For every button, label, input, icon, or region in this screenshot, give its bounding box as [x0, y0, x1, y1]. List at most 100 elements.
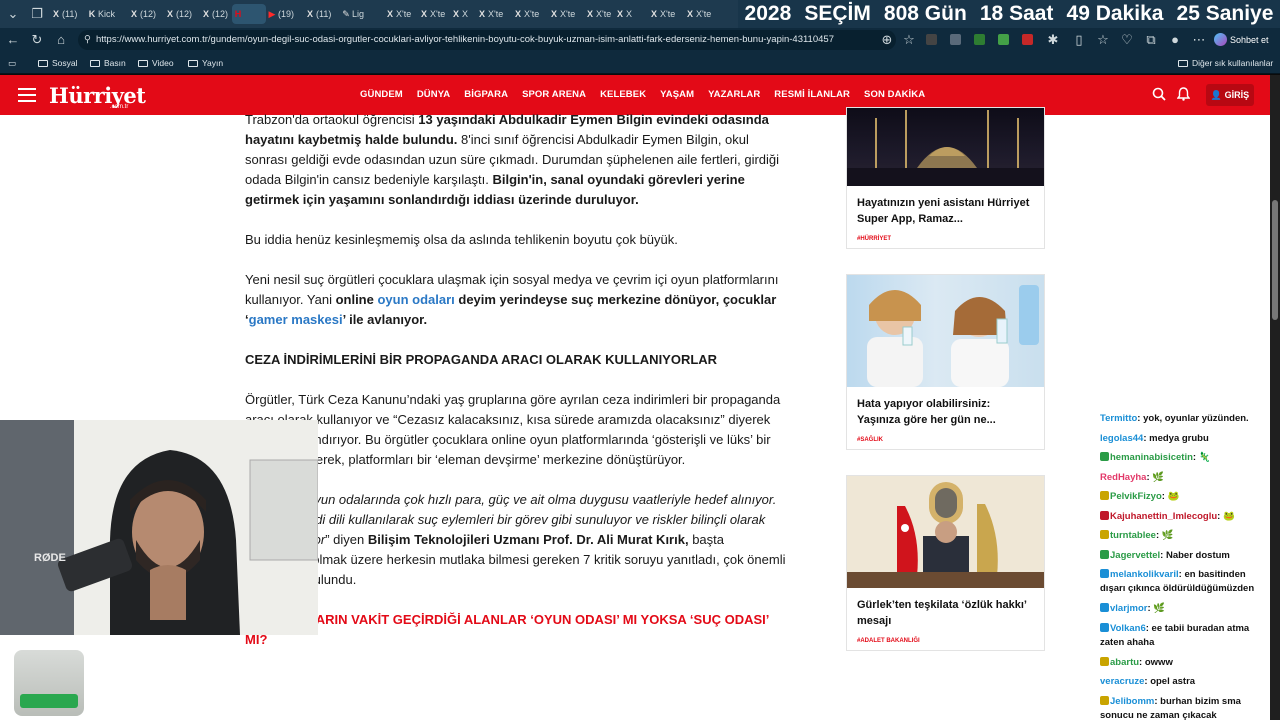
menu-dots-icon[interactable]: ⋯ — [1190, 31, 1208, 49]
chat-username[interactable]: Volkan6 — [1110, 623, 1146, 634]
chat-message: abartu: owww — [1100, 653, 1270, 673]
tab-title: (11) — [316, 9, 332, 19]
chat-username[interactable]: Kajuhanettin_Imlecoglu — [1110, 511, 1217, 522]
split-screen-icon[interactable]: ▯ — [1070, 31, 1088, 49]
browser-tab[interactable]: X X'te — [512, 4, 546, 24]
oyun-odalari-link[interactable]: oyun odaları — [377, 292, 454, 307]
site-logo[interactable]: Hürriyet — [49, 83, 146, 108]
chat-username[interactable]: Termitto — [1100, 413, 1137, 424]
card-tag[interactable]: #SAĞLIK — [847, 437, 1044, 449]
chat-username[interactable]: PelvikFizyo — [1110, 491, 1162, 502]
card-tag[interactable]: #ADALET BAKANLIĞI — [847, 638, 1044, 650]
bookmark-folder-sosyal[interactable]: Sosyal — [38, 56, 78, 70]
news-card[interactable]: Hata yapıyor olabilirsiniz: Yaşınıza gör… — [846, 274, 1045, 450]
extension-icon[interactable] — [1022, 34, 1033, 45]
countdown-hours: 18 Saat — [979, 2, 1054, 25]
page-scrollbar[interactable] — [1270, 75, 1280, 720]
browser-tab[interactable]: X X'te — [684, 4, 718, 24]
browser-tab[interactable]: X X'te — [384, 4, 418, 24]
tab-favicon-icon: X — [420, 9, 427, 19]
browser-tab[interactable]: X X'te — [548, 4, 582, 24]
browser-tab[interactable]: X (11) — [304, 4, 338, 24]
reload-icon[interactable]: ↻ — [28, 31, 46, 49]
home-icon[interactable]: ⌂ — [52, 31, 70, 49]
nav-son-dakika[interactable]: SON DAKİKA — [864, 89, 925, 100]
card-tag[interactable]: #HÜRRİYET — [847, 236, 1044, 248]
chat-username[interactable]: Jagervettel — [1110, 550, 1160, 561]
chat-username[interactable]: abartu — [1110, 657, 1139, 668]
scrollbar-thumb[interactable] — [1272, 200, 1278, 320]
browser-tab[interactable]: X (12) — [164, 4, 198, 24]
browser-essentials-icon[interactable]: ♡ — [1118, 31, 1136, 49]
translate-icon[interactable]: ⊕ — [878, 31, 896, 49]
extension-icon[interactable] — [926, 34, 937, 45]
chat-username[interactable]: Jelibomm — [1110, 696, 1154, 707]
browser-tab[interactable]: ✎ Lig — [340, 4, 374, 24]
bookmark-folder-basin[interactable]: Basın — [90, 56, 126, 70]
browser-tab[interactable]: X (12) — [128, 4, 162, 24]
nav-resmi-ilanlar[interactable]: RESMİ İLANLAR — [774, 89, 850, 100]
browser-tab[interactable]: X X'te — [476, 4, 510, 24]
extension-icon[interactable] — [998, 34, 1009, 45]
browser-tab[interactable]: X X'te — [648, 4, 682, 24]
hamburger-menu-icon[interactable] — [18, 88, 36, 106]
other-favorites-folder[interactable]: Diğer sık kullanılanlar — [1178, 56, 1273, 70]
workspaces-icon[interactable]: ❐ — [28, 5, 46, 23]
countdown-seconds: 25 Saniye — [1176, 2, 1274, 25]
chat-username[interactable]: turntablee — [1110, 530, 1156, 541]
chat-badge-icon — [1100, 530, 1109, 539]
site-header: Hürriyet .com.tr GÜNDEM DÜNYA BİGPARA SP… — [0, 75, 1270, 115]
browser-tab[interactable]: ▶ (19) — [266, 4, 300, 24]
collections-icon[interactable]: ⧉ — [1142, 31, 1160, 49]
login-button[interactable]: 👤 GİRİŞ — [1206, 84, 1254, 106]
browser-tab[interactable]: H — [232, 4, 266, 24]
search-icon[interactable] — [1152, 87, 1166, 104]
chat-username[interactable]: vlarjmor — [1110, 603, 1148, 614]
browser-tab[interactable]: K Kick — [86, 4, 120, 24]
nav-gundem[interactable]: GÜNDEM — [360, 89, 403, 100]
chat-message: Kajuhanettin_Imlecoglu: 🐸 — [1100, 507, 1270, 527]
tab-favicon-icon: ▶ — [268, 9, 276, 19]
tab-search-icon[interactable]: ⌄ — [4, 5, 22, 23]
bookmark-folder-yayin[interactable]: Yayın — [188, 56, 223, 70]
extension-icon[interactable] — [950, 34, 961, 45]
news-card[interactable]: Gürlek’ten teşkilata ‘özlük hakkı’ mesaj… — [846, 475, 1045, 651]
chat-username[interactable]: melankolikvaril — [1110, 569, 1179, 580]
bookmark-folder-video[interactable]: Video — [138, 56, 174, 70]
gamer-maskesi-link[interactable]: gamer maskesi — [249, 312, 343, 327]
mosque-night-image — [847, 108, 1044, 186]
chat-username[interactable]: legolas44 — [1100, 433, 1143, 444]
nav-spor-arena[interactable]: SPOR ARENA — [522, 89, 586, 100]
browser-tab[interactable]: X X'te — [418, 4, 452, 24]
nav-kelebek[interactable]: KELEBEK — [600, 89, 646, 100]
profile-avatar[interactable]: ● — [1166, 31, 1184, 49]
chat-username[interactable]: hemaninabisicetin — [1110, 452, 1193, 463]
news-card[interactable]: Hayatınızın yeni asistanı Hürriyet Super… — [846, 107, 1045, 249]
notification-bell-icon[interactable] — [1176, 87, 1191, 104]
extensions-puzzle-icon[interactable]: ✱ — [1044, 31, 1062, 49]
favorites-icon[interactable]: ☆ — [1094, 31, 1112, 49]
browser-tab[interactable]: X (12) — [200, 4, 234, 24]
back-icon[interactable]: ← — [4, 31, 22, 49]
folder-icon — [38, 60, 48, 67]
browser-tab[interactable]: X (11) — [50, 4, 84, 24]
nav-dunya[interactable]: DÜNYA — [417, 89, 450, 100]
countdown-days: 808 Gün — [883, 2, 967, 25]
ministry-official-image — [847, 476, 1044, 588]
reading-list-icon[interactable]: ▭ — [8, 56, 16, 70]
chat-text: 🌿 — [1161, 530, 1174, 541]
extension-icon[interactable] — [974, 34, 985, 45]
nav-bigpara[interactable]: BİGPARA — [464, 89, 508, 100]
nav-yazarlar[interactable]: YAZARLAR — [708, 89, 760, 100]
copilot-chat-button[interactable]: Sohbet et — [1214, 32, 1269, 48]
folder-icon — [90, 60, 100, 67]
nav-yasam[interactable]: YAŞAM — [660, 89, 694, 100]
browser-tab[interactable]: X X'te — [584, 4, 618, 24]
browser-tab[interactable]: XX — [614, 4, 648, 24]
favorite-star-icon[interactable]: ☆ — [900, 31, 918, 49]
chat-badge-icon — [1100, 622, 1109, 632]
site-info-icon[interactable]: ⚲ — [84, 30, 91, 50]
chat-username[interactable]: veracruze — [1100, 676, 1144, 687]
address-bar[interactable]: ⚲ https://www.hurriyet.com.tr/gundem/oyu… — [78, 30, 896, 50]
chat-username[interactable]: RedHayha — [1100, 472, 1146, 483]
